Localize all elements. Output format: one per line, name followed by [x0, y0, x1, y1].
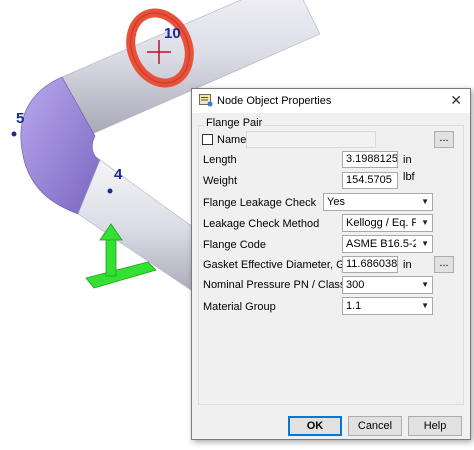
weight-label: Weight	[203, 175, 238, 187]
leakage-check-method-value: Kellogg / Eq. Pressure	[346, 217, 416, 229]
weight-unit: lbf	[403, 171, 415, 183]
length-label: Length	[203, 154, 237, 166]
dialog-title: Node Object Properties	[217, 95, 332, 107]
name-label: Name	[217, 134, 247, 146]
group-title: Flange Pair	[204, 117, 265, 129]
gasket-diameter-label: Gasket Effective Diameter, G	[203, 259, 345, 271]
node-dot-5[interactable]	[11, 131, 17, 137]
ok-button[interactable]: OK	[288, 416, 342, 436]
gasket-diameter-browse-button[interactable]: ...	[434, 256, 454, 273]
flange-leakage-check-label: Flange Leakage Check	[203, 197, 317, 209]
chevron-down-icon: ▼	[421, 280, 429, 289]
material-group-value: 1.1	[346, 300, 362, 312]
length-unit: in	[403, 154, 412, 166]
name-checkbox[interactable]	[202, 134, 213, 145]
chevron-down-icon: ▼	[421, 301, 429, 310]
name-field[interactable]	[246, 131, 376, 148]
flange-code-select[interactable]: ASME B16.5-2017 ▼	[342, 235, 433, 253]
flange-code-label: Flange Code	[203, 239, 266, 251]
dialog-titlebar[interactable]: Node Object Properties ✕	[192, 89, 470, 113]
material-group-label: Material Group	[203, 301, 276, 313]
node-label-4: 4	[114, 166, 123, 183]
flange-leakage-check-select[interactable]: Yes ▼	[323, 193, 433, 211]
weight-input[interactable]: 154.5705	[342, 172, 398, 189]
gasket-diameter-input[interactable]: 11.68603843	[342, 256, 398, 273]
length-input[interactable]: 3.1988125	[342, 151, 398, 168]
chevron-down-icon: ▼	[421, 197, 429, 206]
leakage-check-method-select[interactable]: Kellogg / Eq. Pressure ▼	[342, 214, 433, 232]
node-label-10: 10	[164, 25, 181, 42]
nominal-pressure-label: Nominal Pressure PN / Class	[203, 279, 346, 291]
chevron-down-icon: ▼	[421, 218, 429, 227]
leakage-check-method-label: Leakage Check Method	[203, 218, 320, 230]
cancel-button[interactable]: Cancel	[348, 416, 402, 436]
properties-icon	[199, 94, 213, 107]
node-dot-4[interactable]	[107, 188, 113, 194]
node-object-properties-dialog: Node Object Properties ✕ Flange Pair Nam…	[191, 88, 471, 440]
node-label-5: 5	[16, 110, 25, 127]
help-button[interactable]: Help	[408, 416, 462, 436]
close-icon[interactable]: ✕	[450, 92, 462, 109]
nominal-pressure-value: 300	[346, 279, 365, 291]
gasket-diameter-unit: in	[403, 259, 412, 271]
flange-leakage-check-value: Yes	[327, 196, 345, 208]
flange-code-value: ASME B16.5-2017	[346, 238, 416, 250]
chevron-down-icon: ▼	[421, 239, 429, 248]
name-browse-button[interactable]: ...	[434, 131, 454, 148]
material-group-select[interactable]: 1.1 ▼	[342, 297, 433, 315]
nominal-pressure-select[interactable]: 300 ▼	[342, 276, 433, 294]
